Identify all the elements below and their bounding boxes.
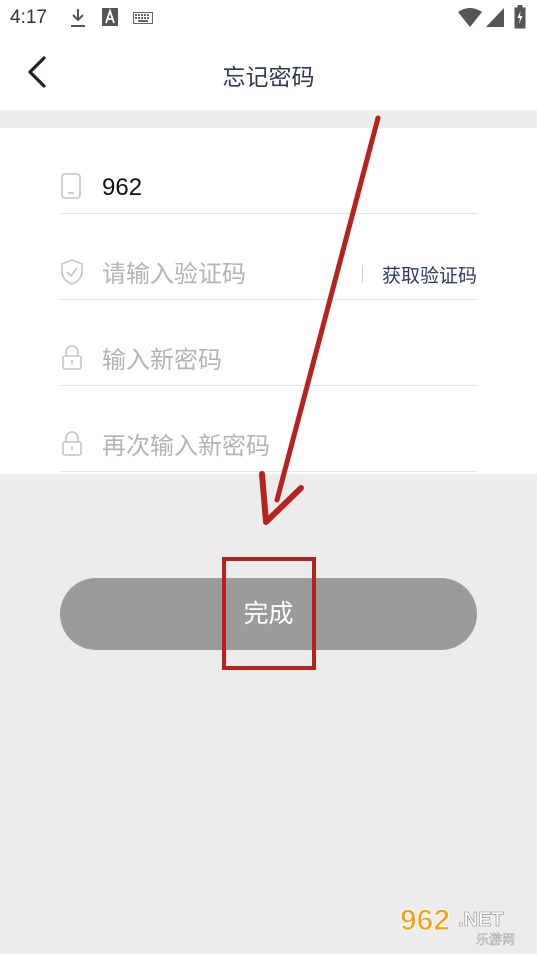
watermark-subtitle: 乐游网 [476, 933, 515, 948]
phone-field[interactable]: 962 [60, 128, 477, 214]
phone-input[interactable]: 962 [102, 172, 142, 204]
code-separator [362, 265, 363, 283]
keyboard-icon [133, 12, 153, 24]
lock-icon [62, 345, 82, 370]
new-password-input[interactable]: 输入新密码 [102, 344, 222, 376]
watermark-brand: 962 [400, 904, 450, 937]
status-time: 4:17 [10, 7, 47, 28]
lock-icon [62, 431, 82, 456]
page-title: 忘记密码 [222, 65, 315, 91]
signal-icon [486, 8, 504, 27]
status-bar: 4:17 [0, 0, 537, 36]
reset-password-form: 962 请输入验证码 获取验证码 输入新密码 再次输入新密码 [0, 128, 537, 474]
watermark-suffix: .NET [458, 909, 504, 931]
app-header: 忘记密码 [0, 36, 537, 110]
shield-check-icon [61, 259, 83, 285]
phone-icon [61, 173, 81, 199]
watermark-logo: 962 .NET 乐游网 [398, 900, 530, 949]
done-button[interactable]: 完成 [60, 578, 477, 650]
verification-code-input[interactable]: 请输入验证码 [102, 258, 246, 290]
get-code-button[interactable]: 获取验证码 [382, 261, 477, 288]
confirm-password-input[interactable]: 再次输入新密码 [102, 430, 270, 462]
section-divider [0, 110, 537, 128]
content-background [0, 474, 537, 954]
new-password-field[interactable]: 输入新密码 [60, 300, 477, 386]
confirm-password-field[interactable]: 再次输入新密码 [60, 386, 477, 472]
battery-icon [514, 5, 526, 29]
text-a-icon [102, 8, 118, 26]
download-icon [71, 9, 85, 27]
verification-code-field[interactable]: 请输入验证码 获取验证码 [60, 214, 477, 300]
wifi-icon [458, 8, 482, 27]
